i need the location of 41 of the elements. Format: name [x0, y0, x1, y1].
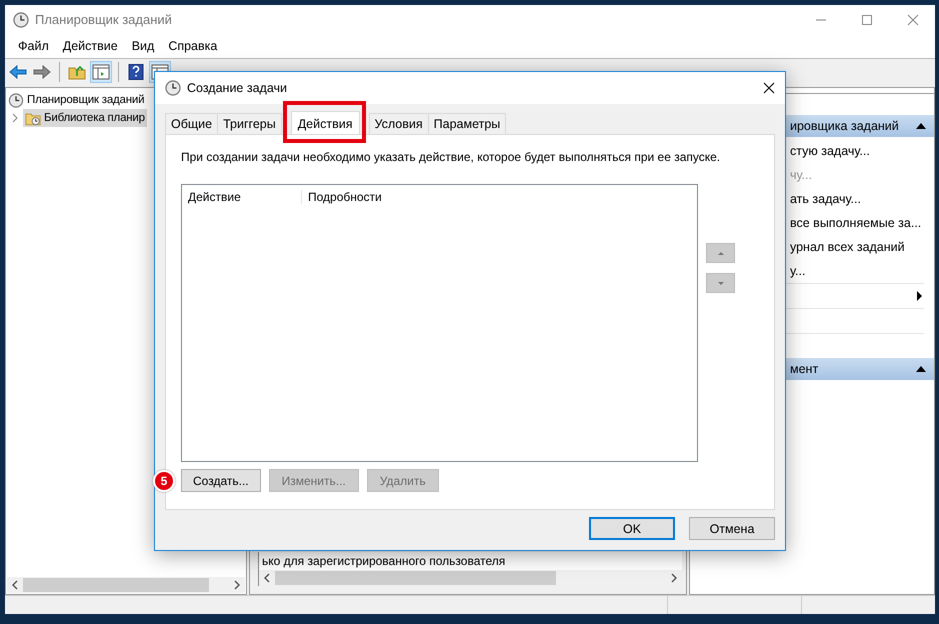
scroll-right-icon[interactable]	[671, 573, 677, 583]
tab[interactable]: Условия	[368, 113, 429, 134]
close-icon[interactable]	[763, 82, 775, 94]
scroll-left-icon[interactable]	[12, 580, 18, 590]
submenu-arrow-icon[interactable]	[917, 291, 922, 301]
down-arrow-icon	[718, 282, 724, 284]
expand-icon[interactable]	[11, 113, 19, 123]
window-title: Планировщик заданий	[35, 12, 172, 27]
scroll-right-icon[interactable]	[234, 580, 240, 590]
tab[interactable]: Параметры	[428, 113, 506, 134]
section-title: мент	[790, 362, 818, 376]
description-text: При создании задачи необходимо указать действие, которое будет выполняться при ее запуске.	[181, 150, 722, 164]
ok-button[interactable]: OK	[589, 517, 675, 540]
horizontal-scrollbar[interactable]	[259, 570, 682, 586]
section-title: ировщика заданий	[790, 119, 899, 133]
up-arrow-icon	[718, 252, 724, 254]
step-badge: 5	[153, 470, 175, 492]
toolbar-button[interactable]	[90, 61, 112, 83]
column-header[interactable]: Действие	[182, 190, 302, 204]
tree-item[interactable]: Библиотека планир	[23, 109, 147, 127]
menu-item[interactable]: Справка	[161, 39, 224, 53]
tab[interactable]: Общие	[165, 113, 218, 134]
menu-item[interactable]: Действие	[56, 39, 125, 53]
clock-icon	[165, 80, 181, 96]
maximize-icon[interactable]	[861, 14, 873, 26]
scroll-left-icon[interactable]	[264, 573, 270, 583]
folder-icon	[25, 110, 41, 126]
cancel-button[interactable]: Отмена	[689, 517, 775, 540]
action-button[interactable]: Создать...	[181, 469, 261, 492]
column-header[interactable]: Подробности	[302, 190, 382, 204]
actions-list[interactable]: Действие Подробности	[181, 184, 698, 462]
collapse-icon[interactable]	[916, 123, 926, 129]
menu-item[interactable]: Файл	[11, 39, 56, 53]
collapse-icon[interactable]	[916, 366, 926, 372]
tab[interactable]: Триггеры	[217, 113, 282, 134]
tab[interactable]: Действия	[290, 111, 360, 134]
menu-item[interactable]: Вид	[124, 39, 162, 53]
horizontal-scrollbar[interactable]	[7, 577, 245, 593]
clock-icon	[8, 92, 24, 108]
clock-icon	[13, 12, 29, 28]
dialog-title: Создание задачи	[187, 81, 287, 95]
